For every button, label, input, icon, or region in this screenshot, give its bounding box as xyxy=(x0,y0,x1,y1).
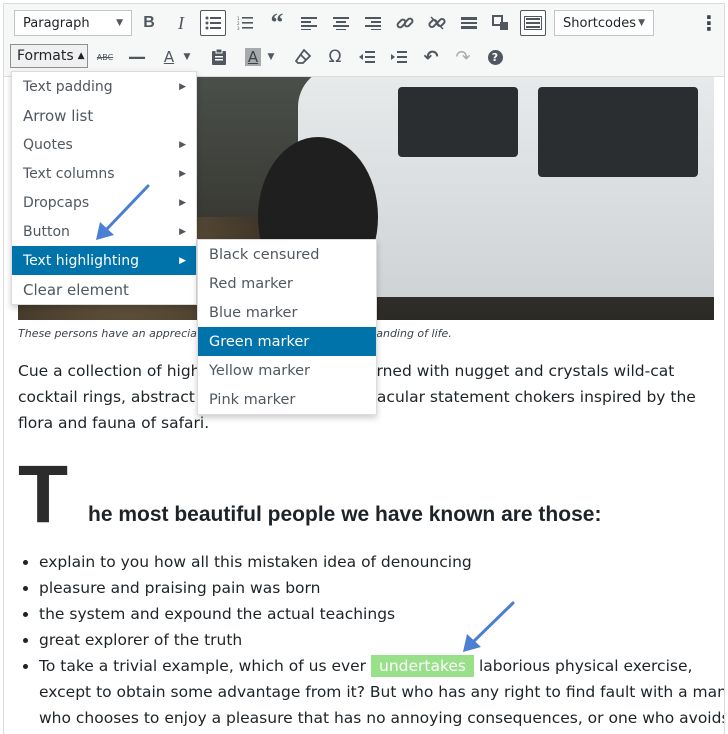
indent-icon[interactable] xyxy=(386,44,412,70)
menu-item-text-columns[interactable]: Text columns ▶ xyxy=(12,159,196,188)
menu-item-label: Text columns xyxy=(23,165,115,182)
background-color-glyph: A xyxy=(244,48,262,66)
italic-icon[interactable]: I xyxy=(168,10,194,36)
outdent-icon[interactable] xyxy=(354,44,380,70)
shortcode-insert-icon[interactable] xyxy=(488,10,514,36)
list-item: the system and expound the actual teachi… xyxy=(39,601,724,627)
bold-icon[interactable]: B xyxy=(136,10,162,36)
bullet-list-icon[interactable] xyxy=(200,10,226,36)
help-icon[interactable]: ? xyxy=(482,44,508,70)
menu-item-label: Button xyxy=(23,223,70,240)
toolbar-toggle-icon[interactable] xyxy=(520,10,546,36)
chevron-right-icon: ▶ xyxy=(179,197,186,208)
menu-item-label: Dropcaps xyxy=(23,194,90,211)
text-color-icon[interactable]: A xyxy=(156,44,182,70)
submenu-item-yellow-marker[interactable]: Yellow marker xyxy=(198,356,376,385)
menu-item-dropcaps[interactable]: Dropcaps ▶ xyxy=(12,188,196,217)
align-center-icon[interactable] xyxy=(328,10,354,36)
section-heading: he most beautiful people we have known a… xyxy=(88,503,602,526)
more-options-icon[interactable]: ⋮ xyxy=(696,10,722,36)
redo-icon[interactable]: ↷ xyxy=(450,44,476,70)
para-line: cocktail rings, abstract xyxy=(18,388,195,406)
image-window xyxy=(398,87,518,157)
shortcodes-label: Shortcodes xyxy=(563,15,637,31)
menu-item-clear-element[interactable]: Clear element xyxy=(12,275,196,304)
green-highlighted-text[interactable]: undertakes xyxy=(371,655,475,677)
formats-dropdown-button[interactable]: Formats ▲ xyxy=(10,44,88,68)
help-glyph: ? xyxy=(487,49,503,65)
unlink-icon[interactable] xyxy=(424,10,450,36)
list-item: explain to you how all this mistaken ide… xyxy=(39,549,724,575)
formats-menu: Text padding ▶ Arrow list Quotes ▶ Text co… xyxy=(11,71,197,305)
editor-toolbar: Paragraph ▼ B I 123 “ Shortcodes ▼ ⋮ For… xyxy=(4,4,724,77)
caret-up-icon: ▲ xyxy=(77,51,85,61)
menu-item-label: Text padding xyxy=(23,78,113,95)
numbered-list-icon[interactable]: 123 xyxy=(232,10,258,36)
chevron-right-icon: ▶ xyxy=(179,139,186,150)
paste-text-icon[interactable] xyxy=(206,44,232,70)
submenu-item-pink-marker[interactable]: Pink marker xyxy=(198,385,376,414)
svg-text:3: 3 xyxy=(237,26,240,30)
submenu-item-red-marker[interactable]: Red marker xyxy=(198,269,376,298)
strikethrough-icon[interactable]: ABC xyxy=(92,44,118,70)
chevron-right-icon: ▶ xyxy=(179,226,186,237)
block-format-value: Paragraph xyxy=(23,15,90,31)
submenu-item-black-censured[interactable]: Black censured xyxy=(198,240,376,269)
align-left-icon[interactable] xyxy=(296,10,322,36)
list-item-text: To take a trivial example, which of us e… xyxy=(39,657,371,675)
read-more-icon[interactable] xyxy=(456,10,482,36)
background-color-icon[interactable]: A xyxy=(240,44,266,70)
chevron-down-icon: ▼ xyxy=(116,18,123,28)
menu-item-text-padding[interactable]: Text padding ▶ xyxy=(12,72,196,101)
menu-item-arrow-list[interactable]: Arrow list xyxy=(12,101,196,130)
shortcodes-select[interactable]: Shortcodes ▼ xyxy=(554,10,654,36)
menu-item-quotes[interactable]: Quotes ▶ xyxy=(12,130,196,159)
para-line: Cue a collection of high xyxy=(18,362,201,380)
dropcap-letter: T xyxy=(18,449,69,540)
background-color-caret-icon[interactable]: ▼ xyxy=(264,44,278,70)
undo-icon[interactable]: ↶ xyxy=(418,44,444,70)
caption-end: tanding of life. xyxy=(371,327,452,340)
chevron-down-icon: ▼ xyxy=(638,18,645,28)
para-line: rned with nugget and crystals wild-cat xyxy=(376,362,675,380)
bullet-list: explain to you how all this mistaken ide… xyxy=(18,549,724,731)
list-item: great explorer of the truth xyxy=(39,627,724,653)
clear-formatting-icon[interactable] xyxy=(290,44,316,70)
highlight-submenu: Black censured Red marker Blue marker Gr… xyxy=(197,239,377,415)
menu-item-label: Arrow list xyxy=(23,106,94,125)
submenu-item-green-marker[interactable]: Green marker xyxy=(198,327,376,356)
list-item: To take a trivial example, which of us e… xyxy=(39,653,724,731)
image-window xyxy=(538,87,698,177)
chevron-right-icon: ▶ xyxy=(179,81,186,92)
menu-item-button[interactable]: Button ▶ xyxy=(12,217,196,246)
chevron-right-icon: ▶ xyxy=(179,255,186,266)
block-format-select[interactable]: Paragraph ▼ xyxy=(14,10,132,36)
horizontal-line-icon[interactable]: — xyxy=(124,44,150,70)
menu-item-label: Quotes xyxy=(23,136,73,153)
blockquote-icon[interactable]: “ xyxy=(264,8,290,37)
chevron-right-icon: ▶ xyxy=(179,168,186,179)
text-color-caret-icon[interactable]: ▼ xyxy=(180,44,194,70)
caption-start: These persons have an apprecia xyxy=(18,327,197,340)
link-icon[interactable] xyxy=(392,10,418,36)
formats-label: Formats xyxy=(17,48,74,64)
align-right-icon[interactable] xyxy=(360,10,386,36)
list-item: pleasure and praising pain was born xyxy=(39,575,724,601)
submenu-item-blue-marker[interactable]: Blue marker xyxy=(198,298,376,327)
special-character-icon[interactable]: Ω xyxy=(322,44,348,70)
menu-item-label: Text highlighting xyxy=(23,252,139,269)
menu-item-text-highlighting[interactable]: Text highlighting ▶ xyxy=(12,246,196,275)
menu-item-label: Clear element xyxy=(23,280,129,299)
para-line: tacular statement chokers inspired by th… xyxy=(370,388,696,406)
